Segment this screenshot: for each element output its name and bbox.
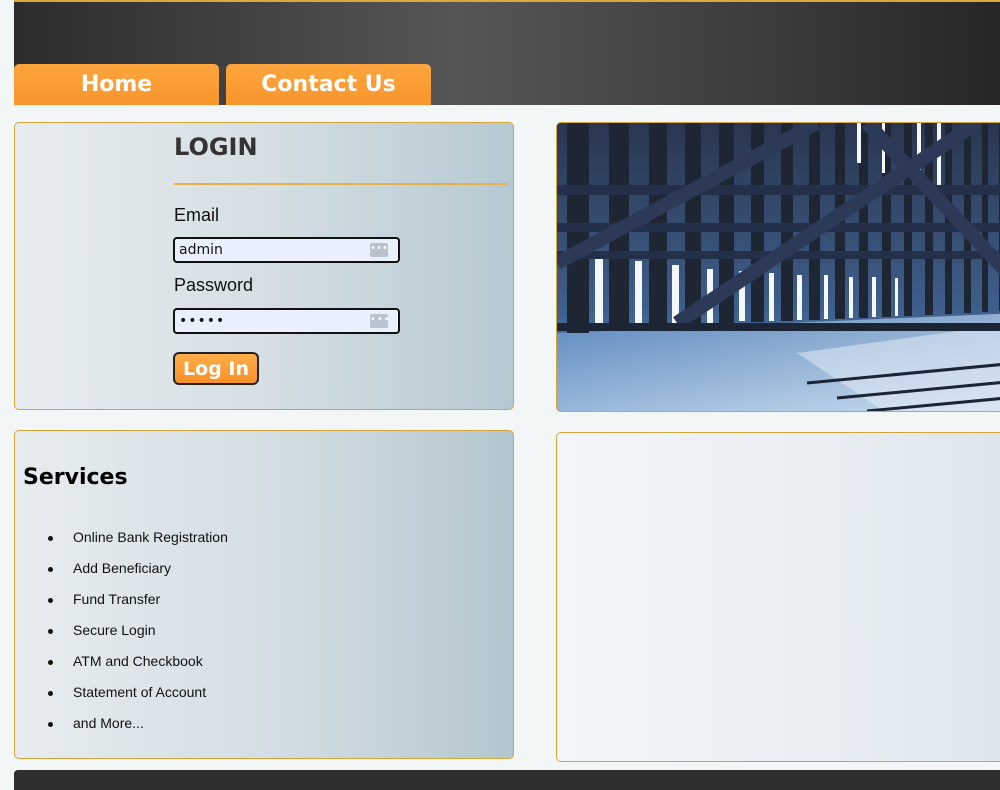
banner-image	[556, 122, 1000, 412]
services-title: Services	[23, 465, 128, 490]
nav-contact-button[interactable]: Contact Us	[226, 64, 431, 105]
list-item: Add Beneficiary	[23, 560, 228, 591]
password-manager-icon[interactable]: •••	[370, 243, 388, 257]
services-panel: Services Online Bank Registration Add Be…	[14, 430, 514, 759]
password-input[interactable]: ••••• •••	[173, 308, 400, 334]
list-item: Statement of Account	[23, 684, 228, 715]
login-button[interactable]: Log In	[173, 352, 259, 385]
services-list: Online Bank Registration Add Beneficiary…	[23, 529, 228, 746]
email-label: Email	[174, 205, 220, 225]
list-item: and More...	[23, 715, 228, 746]
nav-home-button[interactable]: Home	[14, 64, 219, 105]
list-item: Fund Transfer	[23, 591, 228, 622]
building-facade-image	[557, 123, 1000, 411]
email-value: admin	[179, 242, 223, 258]
password-label: Password	[174, 275, 254, 295]
login-title: LOGIN	[174, 133, 258, 161]
login-divider	[174, 183, 507, 185]
list-item: ATM and Checkbook	[23, 653, 228, 684]
password-value: •••••	[179, 313, 226, 329]
email-input[interactable]: admin •••	[173, 237, 400, 263]
site-footer	[14, 770, 1000, 790]
list-item: Secure Login	[23, 622, 228, 653]
list-item: Online Bank Registration	[23, 529, 228, 560]
login-panel: LOGIN Email admin ••• Password ••••• •••…	[14, 122, 514, 410]
password-manager-icon[interactable]: •••	[370, 314, 390, 328]
content-panel	[556, 432, 1000, 762]
